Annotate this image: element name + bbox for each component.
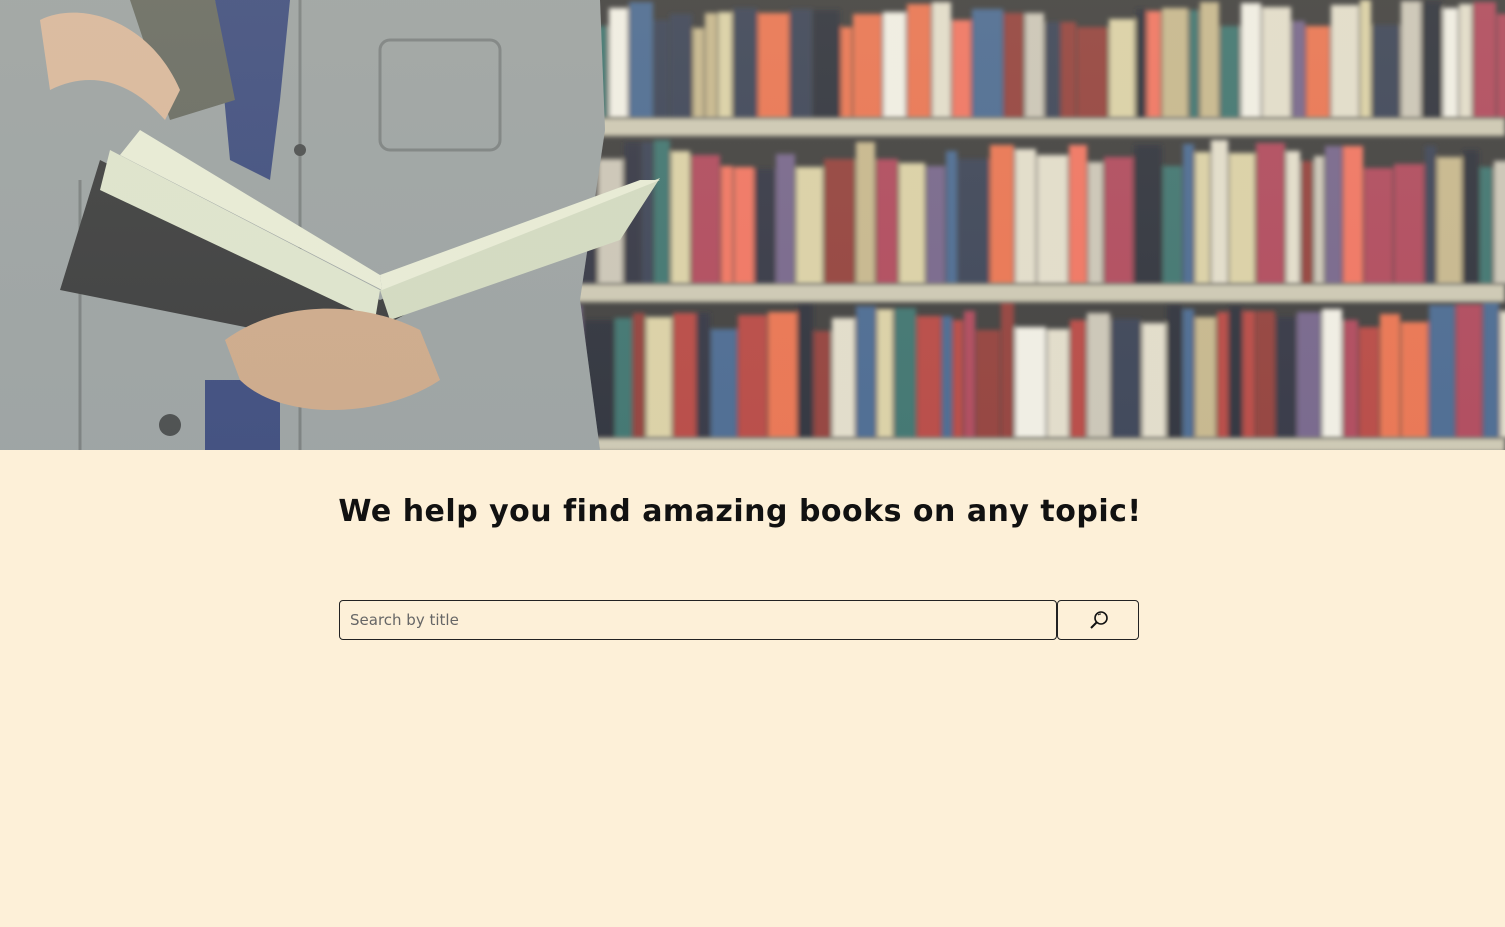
search-icon — [1090, 611, 1108, 629]
page-headline: We help you find amazing books on any to… — [338, 494, 1142, 529]
hero-image — [0, 0, 1505, 450]
search-bar — [339, 600, 1139, 640]
search-input[interactable] — [339, 600, 1057, 640]
hero-illustration — [0, 0, 1505, 450]
search-button[interactable] — [1057, 600, 1139, 640]
